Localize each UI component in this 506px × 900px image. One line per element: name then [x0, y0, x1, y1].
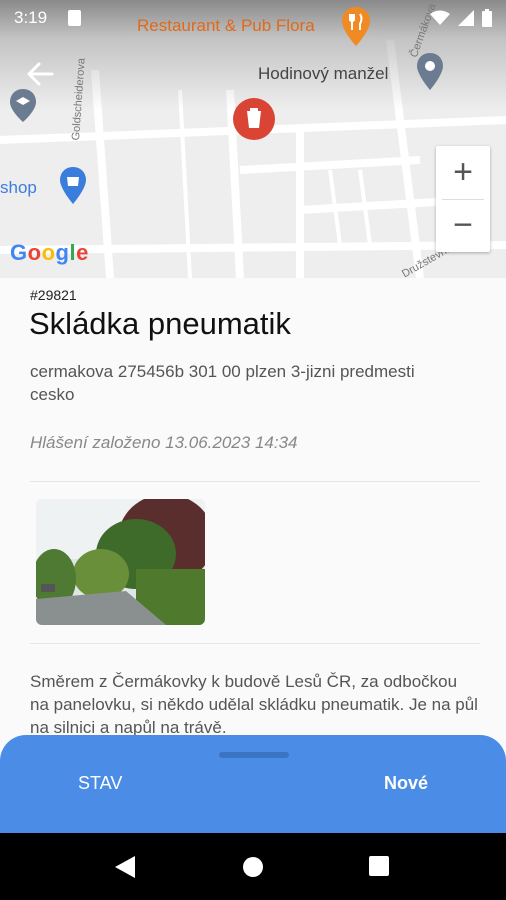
- battery-icon: [482, 9, 492, 27]
- zoom-divider: [442, 199, 484, 200]
- report-id: #29821: [30, 287, 77, 303]
- report-address: cermakova 275456b 301 00 plzen 3-jizni p…: [30, 362, 415, 404]
- sd-card-icon: [68, 10, 81, 26]
- status-icons: [430, 9, 492, 27]
- school-pin-icon[interactable]: [8, 88, 38, 124]
- map-view[interactable]: Restaurant & Pub Flora Hodinový manžel G…: [0, 0, 506, 278]
- signal-icon: [458, 10, 474, 26]
- report-title: Skládka pneumatik: [29, 306, 291, 341]
- zoom-out-button[interactable]: −: [436, 199, 490, 252]
- poi-shop-label[interactable]: shop: [0, 178, 37, 198]
- poi-hodinovy-label[interactable]: Hodinový manžel: [258, 64, 388, 84]
- nav-recents-icon[interactable]: [369, 856, 389, 876]
- zoom-controls: + −: [436, 146, 490, 252]
- report-description: Směrem z Čermákovky k budově Lesů ČR, za…: [30, 672, 478, 737]
- system-nav-bar: [0, 833, 506, 900]
- wifi-icon: [430, 10, 450, 25]
- report-photo[interactable]: [36, 499, 205, 625]
- shop-pin-icon[interactable]: [58, 166, 88, 206]
- google-logo: Google: [10, 240, 89, 265]
- report-photo-image: [36, 499, 205, 625]
- status-value: Nové: [383, 773, 428, 793]
- divider: [30, 481, 480, 482]
- back-arrow-icon[interactable]: [26, 60, 54, 88]
- status-bar: 3:19: [0, 0, 506, 34]
- divider: [30, 643, 480, 644]
- nav-back-icon[interactable]: [114, 855, 136, 879]
- report-marker-icon[interactable]: [232, 97, 276, 141]
- status-label: STAV: [78, 773, 123, 793]
- status-time: 3:19: [14, 8, 48, 27]
- status-bottom-sheet[interactable]: [0, 735, 506, 833]
- zoom-in-button[interactable]: +: [436, 146, 490, 199]
- report-created-date: Hlášení založeno 13.06.2023 14:34: [30, 433, 298, 452]
- nav-home-icon[interactable]: [242, 856, 264, 878]
- sheet-drag-handle[interactable]: [219, 752, 289, 758]
